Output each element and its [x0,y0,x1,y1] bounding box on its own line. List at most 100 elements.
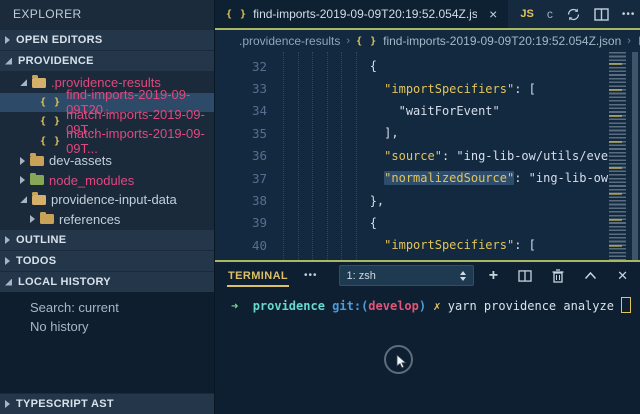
prompt-token: ✗ [433,299,447,313]
split-terminal-icon[interactable] [518,270,532,282]
code-token: : [ [514,82,536,96]
code-line: 38 }, [215,189,640,211]
code-text: ], [283,126,399,140]
code-editor[interactable]: 32 {33 "importSpecifiers": [34 "waitForE… [215,52,640,260]
code-line: 32 { [215,55,640,77]
chevron-right-icon [5,400,10,408]
explorer-sidebar: EXPLORER OPEN EDITORS PROVIDENCE .provid… [0,0,215,414]
local-history-search[interactable]: Search: current [0,298,214,317]
terminal-cursor [621,297,631,313]
section-todos[interactable]: TODOS [0,250,214,271]
close-tab-icon[interactable]: × [489,6,497,22]
local-history-empty: No history [0,317,214,336]
terminal-panel: TERMINAL ••• 1: zsh + [215,260,640,414]
line-number: 38 [215,193,283,208]
chevron-right-icon [20,157,25,165]
js-badge-icon[interactable]: JS [520,8,533,20]
prompt-token: providence [253,299,332,313]
section-local-history[interactable]: LOCAL HISTORY [0,271,214,292]
line-number: 35 [215,126,283,141]
vscode-window: EXPLORER OPEN EDITORS PROVIDENCE .provid… [0,0,640,414]
editor-scrollbar[interactable] [632,52,638,260]
section-open-editors[interactable]: OPEN EDITORS [0,29,214,50]
trash-icon[interactable] [552,269,564,283]
code-token: { [370,216,377,230]
line-number: 32 [215,59,283,74]
section-outline[interactable]: OUTLINE [0,229,214,250]
sync-icon[interactable] [566,7,581,22]
breadcrumb[interactable]: .providence-results › { } find-imports-2… [215,30,640,52]
tab-find-imports-json[interactable]: { } find-imports-2019-09-09T20:19:52.054… [215,0,508,28]
maximize-panel-icon[interactable] [584,271,597,280]
chevron-right-icon [30,215,35,223]
code-line: 39 { [215,212,640,234]
code-line: 33 "importSpecifiers": [ [215,77,640,99]
breadcrumb-file[interactable]: find-imports-2019-09-09T20:19:52.054Z.js… [383,34,621,48]
tree-item[interactable]: references [0,210,214,230]
panel-more-icon[interactable]: ••• [304,270,318,281]
panel-header: TERMINAL ••• 1: zsh + [215,262,640,289]
code-text: { [283,59,377,73]
prompt-token: git:( [332,299,368,313]
shell-select[interactable]: 1: zsh [339,265,474,286]
code-token: "importSpecifiers" [384,238,514,252]
code-text: }, [283,194,384,208]
tab-terminal[interactable]: TERMINAL [227,265,289,287]
line-number: 36 [215,148,283,163]
tree-item-label: node_modules [49,173,134,188]
section-label: TODOS [16,255,56,267]
split-editor-icon[interactable] [594,8,609,21]
json-file-icon: { } [226,9,247,20]
close-panel-icon[interactable]: ✕ [617,268,628,284]
chevron-down-icon [5,279,12,286]
prompt-token: develop [368,299,419,313]
editor-actions: JS c ••• [508,0,640,28]
minimap[interactable] [609,52,630,260]
chevron-right-icon [20,176,25,184]
code-token: }, [370,194,384,208]
chevron-down-icon [20,196,27,203]
json-file-icon: { } [40,97,61,108]
c-badge-icon[interactable]: c [547,7,553,21]
panel-actions: + [489,268,628,284]
code-token: { [370,59,377,73]
prompt-token: yarn providence analyze [448,299,621,313]
section-typescript-ast[interactable]: TYPESCRIPT AST [0,393,214,414]
prompt-token: ) [419,299,433,313]
mouse-cursor-icon [396,354,407,369]
line-number: 39 [215,215,283,230]
line-number: 33 [215,81,283,96]
breadcrumb-folder[interactable]: .providence-results [239,34,340,48]
new-terminal-icon[interactable]: + [489,268,498,284]
code-text: "importSpecifiers": [ [283,238,536,252]
tab-label: find-imports-2019-09-09T20:19:52.054Z.js… [253,7,477,21]
tree-item[interactable]: { }match-imports-2019-09-09T... [0,132,214,152]
tree-item[interactable]: node_modules [0,171,214,191]
code-indent [283,194,370,208]
folder-icon [40,214,54,224]
code-token: "ing-lib-ow/utils/eve [456,149,608,163]
tree-item[interactable]: providence-input-data [0,190,214,210]
chevron-down-icon [20,79,27,86]
more-actions-icon[interactable]: ••• [622,9,636,20]
code-text: "normalizedSource": "ing-lib-ow [283,171,608,185]
code-indent [283,149,384,163]
json-file-icon: { } [40,116,61,127]
code-indent [283,238,384,252]
line-number: 34 [215,103,283,118]
select-arrows-icon [460,271,466,281]
json-file-icon: { } [40,136,61,147]
section-providence[interactable]: PROVIDENCE [0,50,214,71]
terminal-body[interactable]: ➜ providence git:(develop) ✗ yarn provid… [215,289,640,414]
tree-item-label: dev-assets [49,153,112,168]
code-line: 35 ], [215,122,640,144]
code-token: : [ [514,238,536,252]
code-text: "source": "ing-lib-ow/utils/eve [283,149,608,163]
code-indent [283,104,399,118]
local-history-content: Search: current No history [0,292,214,393]
chevron-down-icon [5,58,12,65]
code-token: "source" [384,149,442,163]
breadcrumb-separator-icon: › [627,35,631,47]
chevron-right-icon [5,257,10,265]
shell-select-value: 1: zsh [347,270,376,282]
